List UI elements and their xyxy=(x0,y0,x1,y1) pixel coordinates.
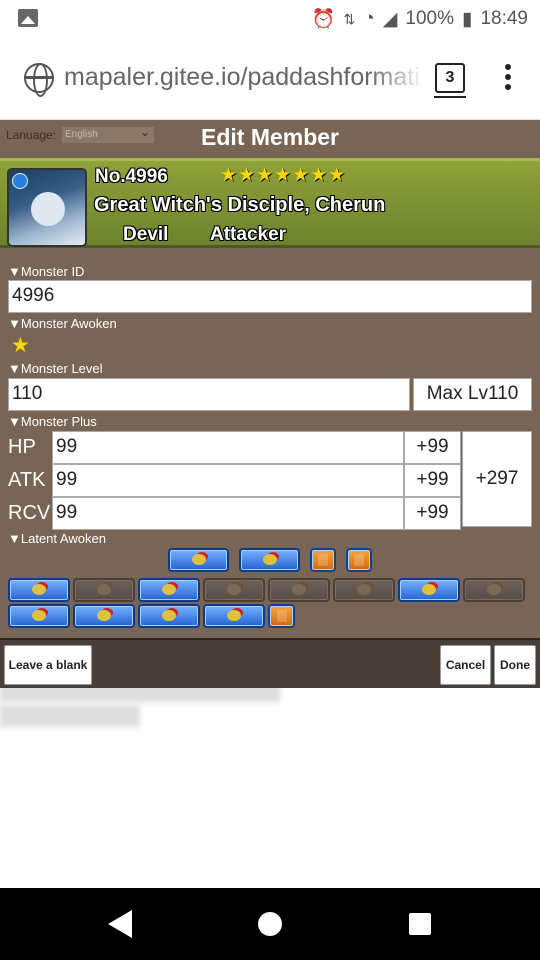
monster-plus-label: ▼Monster Plus xyxy=(8,414,97,429)
rcv-plus-max-button[interactable]: +99 xyxy=(404,497,461,530)
latent-option-icon[interactable] xyxy=(398,578,460,602)
wifi-icon: ◔ xyxy=(363,8,375,29)
latent-option-icon[interactable] xyxy=(203,604,265,628)
battery-charging-icon: ▮ xyxy=(461,8,473,30)
latent-slot-icon[interactable] xyxy=(168,548,229,572)
monster-name: Great Witch's Disciple, Cherun xyxy=(94,194,386,216)
monster-level-label: ▼Monster Level xyxy=(8,361,103,376)
alarm-icon: ⏰ xyxy=(311,9,336,30)
cancel-button[interactable]: Cancel xyxy=(440,645,491,685)
clock: 18:49 xyxy=(480,8,528,29)
atk-plus-input[interactable]: 99 xyxy=(52,464,404,497)
android-nav-bar xyxy=(0,888,540,960)
monster-avatar xyxy=(7,168,87,247)
monster-id-input[interactable]: 4996 xyxy=(8,280,532,313)
monster-type-attacker: Attacker xyxy=(210,224,287,245)
page-content: Lanuage: English Edit Member No.4996 ★★★… xyxy=(0,120,540,888)
latent-option-icon[interactable] xyxy=(73,604,135,628)
signal-icon: ◢ xyxy=(382,8,398,30)
back-icon[interactable] xyxy=(108,910,132,938)
data-transfer-icon: ⇅ xyxy=(343,10,356,27)
latent-awoken-label: ▼Latent Awoken xyxy=(8,531,106,546)
hp-label: HP xyxy=(8,436,36,458)
dialog-footer: Leave a blank Cancel Done xyxy=(0,638,540,688)
recents-icon[interactable] xyxy=(409,913,431,935)
leave-blank-button[interactable]: Leave a blank xyxy=(4,645,92,685)
more-options-icon[interactable] xyxy=(500,64,516,94)
atk-plus-max-button[interactable]: +99 xyxy=(404,464,461,497)
latent-option-icon[interactable] xyxy=(268,578,330,602)
battery-percent: 100% xyxy=(405,8,454,29)
url-field[interactable]: mapaler.gitee.io/paddashformati xyxy=(64,63,424,92)
status-bar: ⏰ ⇅ ◔ ◢ 100% ▮ 18:49 xyxy=(0,0,540,38)
latent-option-icon[interactable] xyxy=(203,578,265,602)
monster-number: No.4996 xyxy=(95,166,168,187)
rcv-plus-input[interactable]: 99 xyxy=(52,497,404,530)
water-attribute-icon xyxy=(12,173,28,189)
latent-slot-icon[interactable] xyxy=(346,548,372,572)
latent-option-icon[interactable] xyxy=(333,578,395,602)
latent-option-icon[interactable] xyxy=(8,604,70,628)
globe-icon xyxy=(24,63,54,97)
rarity-stars: ★★★★★★★ xyxy=(220,165,347,186)
latent-slot-icon[interactable] xyxy=(310,548,336,572)
hp-plus-input[interactable]: 99 xyxy=(52,431,404,464)
browser-toolbar: mapaler.gitee.io/paddashformati 3 xyxy=(0,38,540,120)
plus-297-button[interactable]: +297 xyxy=(462,431,532,527)
home-icon[interactable] xyxy=(258,912,282,936)
monster-awoken-label: ▼Monster Awoken xyxy=(8,316,117,331)
latent-option-icon[interactable] xyxy=(268,604,295,628)
done-button[interactable]: Done xyxy=(494,645,536,685)
edit-member-dialog: Lanuage: English Edit Member No.4996 ★★★… xyxy=(0,120,540,688)
blurred-background-text xyxy=(0,705,140,727)
monster-header: No.4996 ★★★★★★★ Great Witch's Disciple, … xyxy=(0,158,540,248)
hp-plus-max-button[interactable]: +99 xyxy=(404,431,461,464)
tab-switcher-button[interactable]: 3 xyxy=(434,63,466,98)
monster-id-label: ▼Monster ID xyxy=(8,264,85,279)
latent-option-icon[interactable] xyxy=(138,578,200,602)
image-notification-icon xyxy=(18,9,38,27)
latent-option-icon[interactable] xyxy=(73,578,135,602)
level-input[interactable]: 110 xyxy=(8,378,410,411)
rcv-label: RCV xyxy=(8,502,51,524)
latent-option-icon[interactable] xyxy=(138,604,200,628)
max-level-button[interactable]: Max Lv110 xyxy=(413,378,532,411)
dialog-title: Edit Member xyxy=(200,124,340,150)
latent-slot-icon[interactable] xyxy=(239,548,300,572)
awoken-star-icon[interactable]: ★ xyxy=(11,333,30,358)
latent-option-icon[interactable] xyxy=(463,578,525,602)
latent-option-icon[interactable] xyxy=(8,578,70,602)
monster-type-devil: Devil xyxy=(123,224,169,245)
atk-label: ATK xyxy=(8,469,46,491)
